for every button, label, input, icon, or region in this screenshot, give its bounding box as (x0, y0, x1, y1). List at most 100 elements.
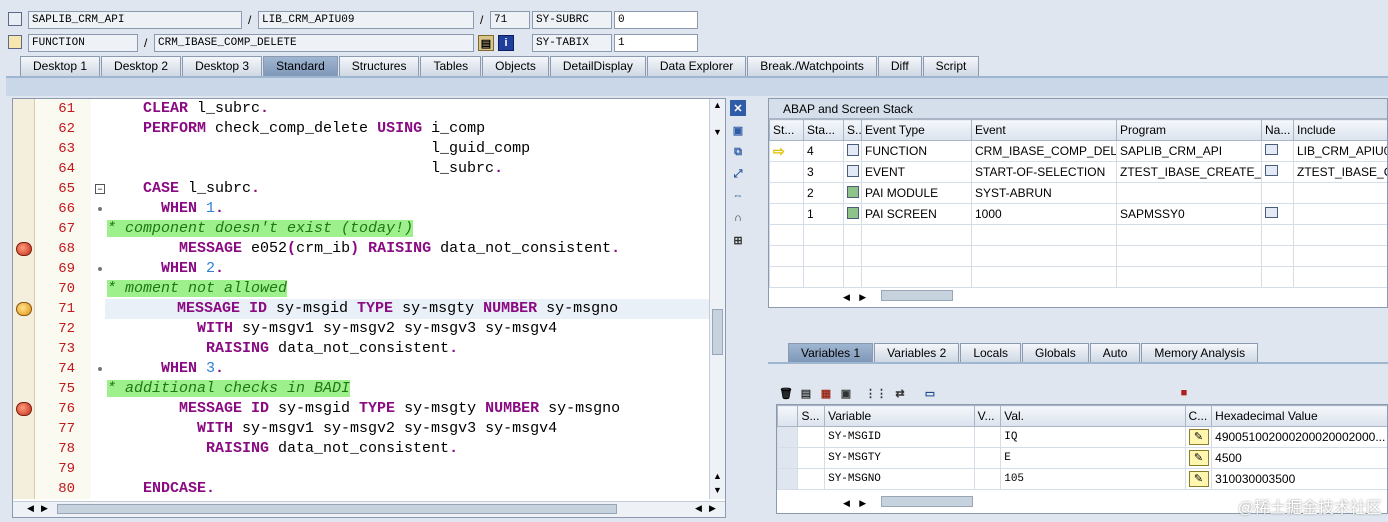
editor-vertical-scrollbar[interactable]: ▲ ▼ ▲ ▼ (709, 99, 725, 499)
change-value-cell[interactable]: ✎ (1184, 468, 1213, 490)
edit-pencil-icon[interactable]: ✎ (1188, 471, 1209, 487)
stack-column-header[interactable]: Event (971, 119, 1117, 141)
fold-toggle-icon[interactable]: − (95, 184, 105, 194)
stack-column-header[interactable]: Program (1116, 119, 1262, 141)
scroll-right-icon[interactable]: ▶ (41, 503, 48, 514)
stack-column-header[interactable]: Event Type (861, 119, 972, 141)
code-line[interactable]: MESSAGE ID sy-msgid TYPE sy-msgty NUMBER… (107, 399, 725, 419)
stack-nav-cell[interactable] (1261, 161, 1294, 183)
tab-structures[interactable]: Structures (338, 56, 420, 76)
copy-icon[interactable]: ▤ (798, 385, 814, 401)
tab-desktop-3[interactable]: Desktop 3 (182, 56, 263, 76)
stack-column-header[interactable]: Na... (1261, 119, 1294, 141)
variables-column-header[interactable]: S... (797, 405, 826, 427)
stack-row[interactable]: 3 EVENT START-OF-SELECTION ZTEST_IBASE_CREA… (769, 161, 1387, 183)
structure-icon[interactable]: ⊞ (730, 232, 746, 248)
event-type-field[interactable]: FUNCTION (28, 34, 138, 52)
code-line[interactable]: MESSAGE e052(crm_ib) RAISING data_not_co… (107, 239, 725, 259)
scroll-right-icon[interactable]: ▶ (859, 498, 866, 508)
sysvar-value-1[interactable]: 0 (614, 11, 698, 29)
info-icon[interactable]: i (498, 35, 514, 51)
scroll-down-icon-bottom[interactable]: ▼ (713, 485, 722, 495)
stack-column-header[interactable]: Include (1293, 119, 1387, 141)
code-line[interactable]: * component doesn't exist (today!) (107, 219, 725, 239)
code-line[interactable]: ENDCASE. (107, 479, 725, 499)
stack-nav-cell[interactable] (1261, 203, 1294, 225)
variables-hscroll[interactable]: ◀ ▶ (843, 495, 973, 509)
row-selector[interactable] (777, 468, 799, 490)
code-line[interactable]: WHEN 2. (107, 259, 725, 279)
tab-desktop-1[interactable]: Desktop 1 (20, 56, 101, 76)
tab-data-explorer[interactable]: Data Explorer (646, 56, 747, 76)
function-name-field[interactable]: CRM_IBASE_COMP_DELETE (154, 34, 474, 52)
code-line[interactable]: l_guid_comp (107, 139, 725, 159)
save-local-icon[interactable]: ▦ (818, 385, 834, 401)
folder-icon[interactable]: ▭ (922, 385, 938, 401)
load-icon[interactable]: ▣ (838, 385, 854, 401)
code-line[interactable] (107, 459, 725, 479)
navigate-source-icon[interactable] (1265, 144, 1278, 155)
stack-row[interactable]: ⇨ 4 FUNCTIONCRM_IBASE_COMP_DELE...SAPLIB_C… (769, 140, 1387, 162)
var-tab-auto[interactable]: Auto (1089, 343, 1141, 362)
variable-row[interactable]: SY-MSGNO105✎310030003500N( (777, 468, 1387, 490)
variable-name[interactable]: SY-MSGTY (824, 447, 975, 469)
edit-pencil-icon[interactable]: ✎ (1188, 450, 1209, 466)
code-line[interactable]: WHEN 1. (107, 199, 725, 219)
stack-nav-cell[interactable] (1261, 182, 1294, 204)
stack-column-header[interactable]: Sta... (803, 119, 844, 141)
sysvar-value-2[interactable]: 1 (614, 34, 698, 52)
scroll-down-icon[interactable]: ▼ (713, 127, 722, 137)
hscroll-thumb[interactable] (881, 496, 973, 507)
scroll-left-icon-end[interactable]: ◀ (695, 503, 702, 514)
resize-horizontal-icon[interactable]: ⇔ (730, 188, 746, 204)
variables-column-header[interactable]: Val. (1000, 405, 1186, 427)
row-selector[interactable] (777, 447, 799, 469)
variable-value[interactable]: IQ (1000, 426, 1186, 448)
var-tab-variables-2[interactable]: Variables 2 (874, 343, 960, 362)
close-icon[interactable]: ✕ (730, 100, 746, 116)
variables-column-header[interactable]: V... (973, 405, 1002, 427)
var-tab-variables-1[interactable]: Variables 1 (788, 343, 874, 362)
include-field[interactable]: LIB_CRM_APIU09 (258, 11, 474, 29)
headphones-icon[interactable]: ∩ (730, 210, 746, 226)
hscroll-thumb[interactable] (57, 504, 617, 514)
save-icon[interactable]: ■ (1176, 385, 1192, 401)
stack-row[interactable]: 2 PAI MODULE SYST-ABRUN (769, 182, 1387, 204)
current-statement-breakpoint-icon[interactable] (16, 302, 32, 316)
tab-script[interactable]: Script (922, 56, 980, 76)
scroll-left-icon[interactable]: ◀ (843, 292, 850, 302)
scroll-thumb[interactable] (712, 309, 723, 355)
code-line[interactable]: l_subrc. (107, 159, 725, 179)
scroll-right-icon-end[interactable]: ▶ (709, 503, 716, 514)
tab-detaildisplay[interactable]: DetailDisplay (549, 56, 646, 76)
tab-tables[interactable]: Tables (420, 56, 482, 76)
variable-row[interactable]: SY-MSGIDIQ✎490051002000200020002000...C( (777, 426, 1387, 448)
source-code-editor[interactable]: 61 62 63 64 65 − 66 67 68 69 70 71 72 73 74 75 76 77 78 79 8… (12, 98, 726, 518)
sysvar-label-2[interactable]: SY-TABIX (532, 34, 612, 52)
change-value-cell[interactable]: ✎ (1184, 426, 1213, 448)
scroll-left-icon[interactable]: ◀ (843, 498, 850, 508)
navigate-source-icon[interactable] (1265, 165, 1278, 176)
code-area[interactable]: CLEAR l_subrc. PERFORM check_comp_delete… (105, 99, 725, 499)
change-value-cell[interactable]: ✎ (1184, 447, 1213, 469)
variable-name[interactable]: SY-MSGNO (824, 468, 975, 490)
code-line[interactable]: RAISING data_not_consistent. (107, 439, 725, 459)
var-tab-globals[interactable]: Globals (1022, 343, 1089, 362)
code-line[interactable]: * additional checks in BADI (107, 379, 725, 399)
code-line[interactable]: MESSAGE ID sy-msgid TYPE sy-msgty NUMBER… (105, 299, 725, 319)
window-stack-icon[interactable]: ⧉ (730, 144, 746, 160)
variable-row[interactable]: SY-MSGTYE✎4500C( (777, 447, 1387, 469)
delete-icon[interactable]: 🗑 (778, 385, 794, 401)
variable-name[interactable]: SY-MSGID (824, 426, 975, 448)
breakpoint-icon[interactable] (16, 402, 32, 416)
stack-row[interactable]: 1 PAI SCREEN 1000 SAPMSSY0 (769, 203, 1387, 225)
breakpoint-icon[interactable] (16, 242, 32, 256)
code-line[interactable]: CASE l_subrc. (107, 179, 725, 199)
variables-column-header[interactable]: Variable (824, 405, 975, 427)
code-line[interactable]: * moment not allowed (107, 279, 725, 299)
tab-objects[interactable]: Objects (482, 56, 549, 76)
code-line[interactable]: RAISING data_not_consistent. (107, 339, 725, 359)
row-selector[interactable] (777, 426, 799, 448)
code-line[interactable]: WHEN 3. (107, 359, 725, 379)
code-line[interactable]: PERFORM check_comp_delete USING i_comp (107, 119, 725, 139)
